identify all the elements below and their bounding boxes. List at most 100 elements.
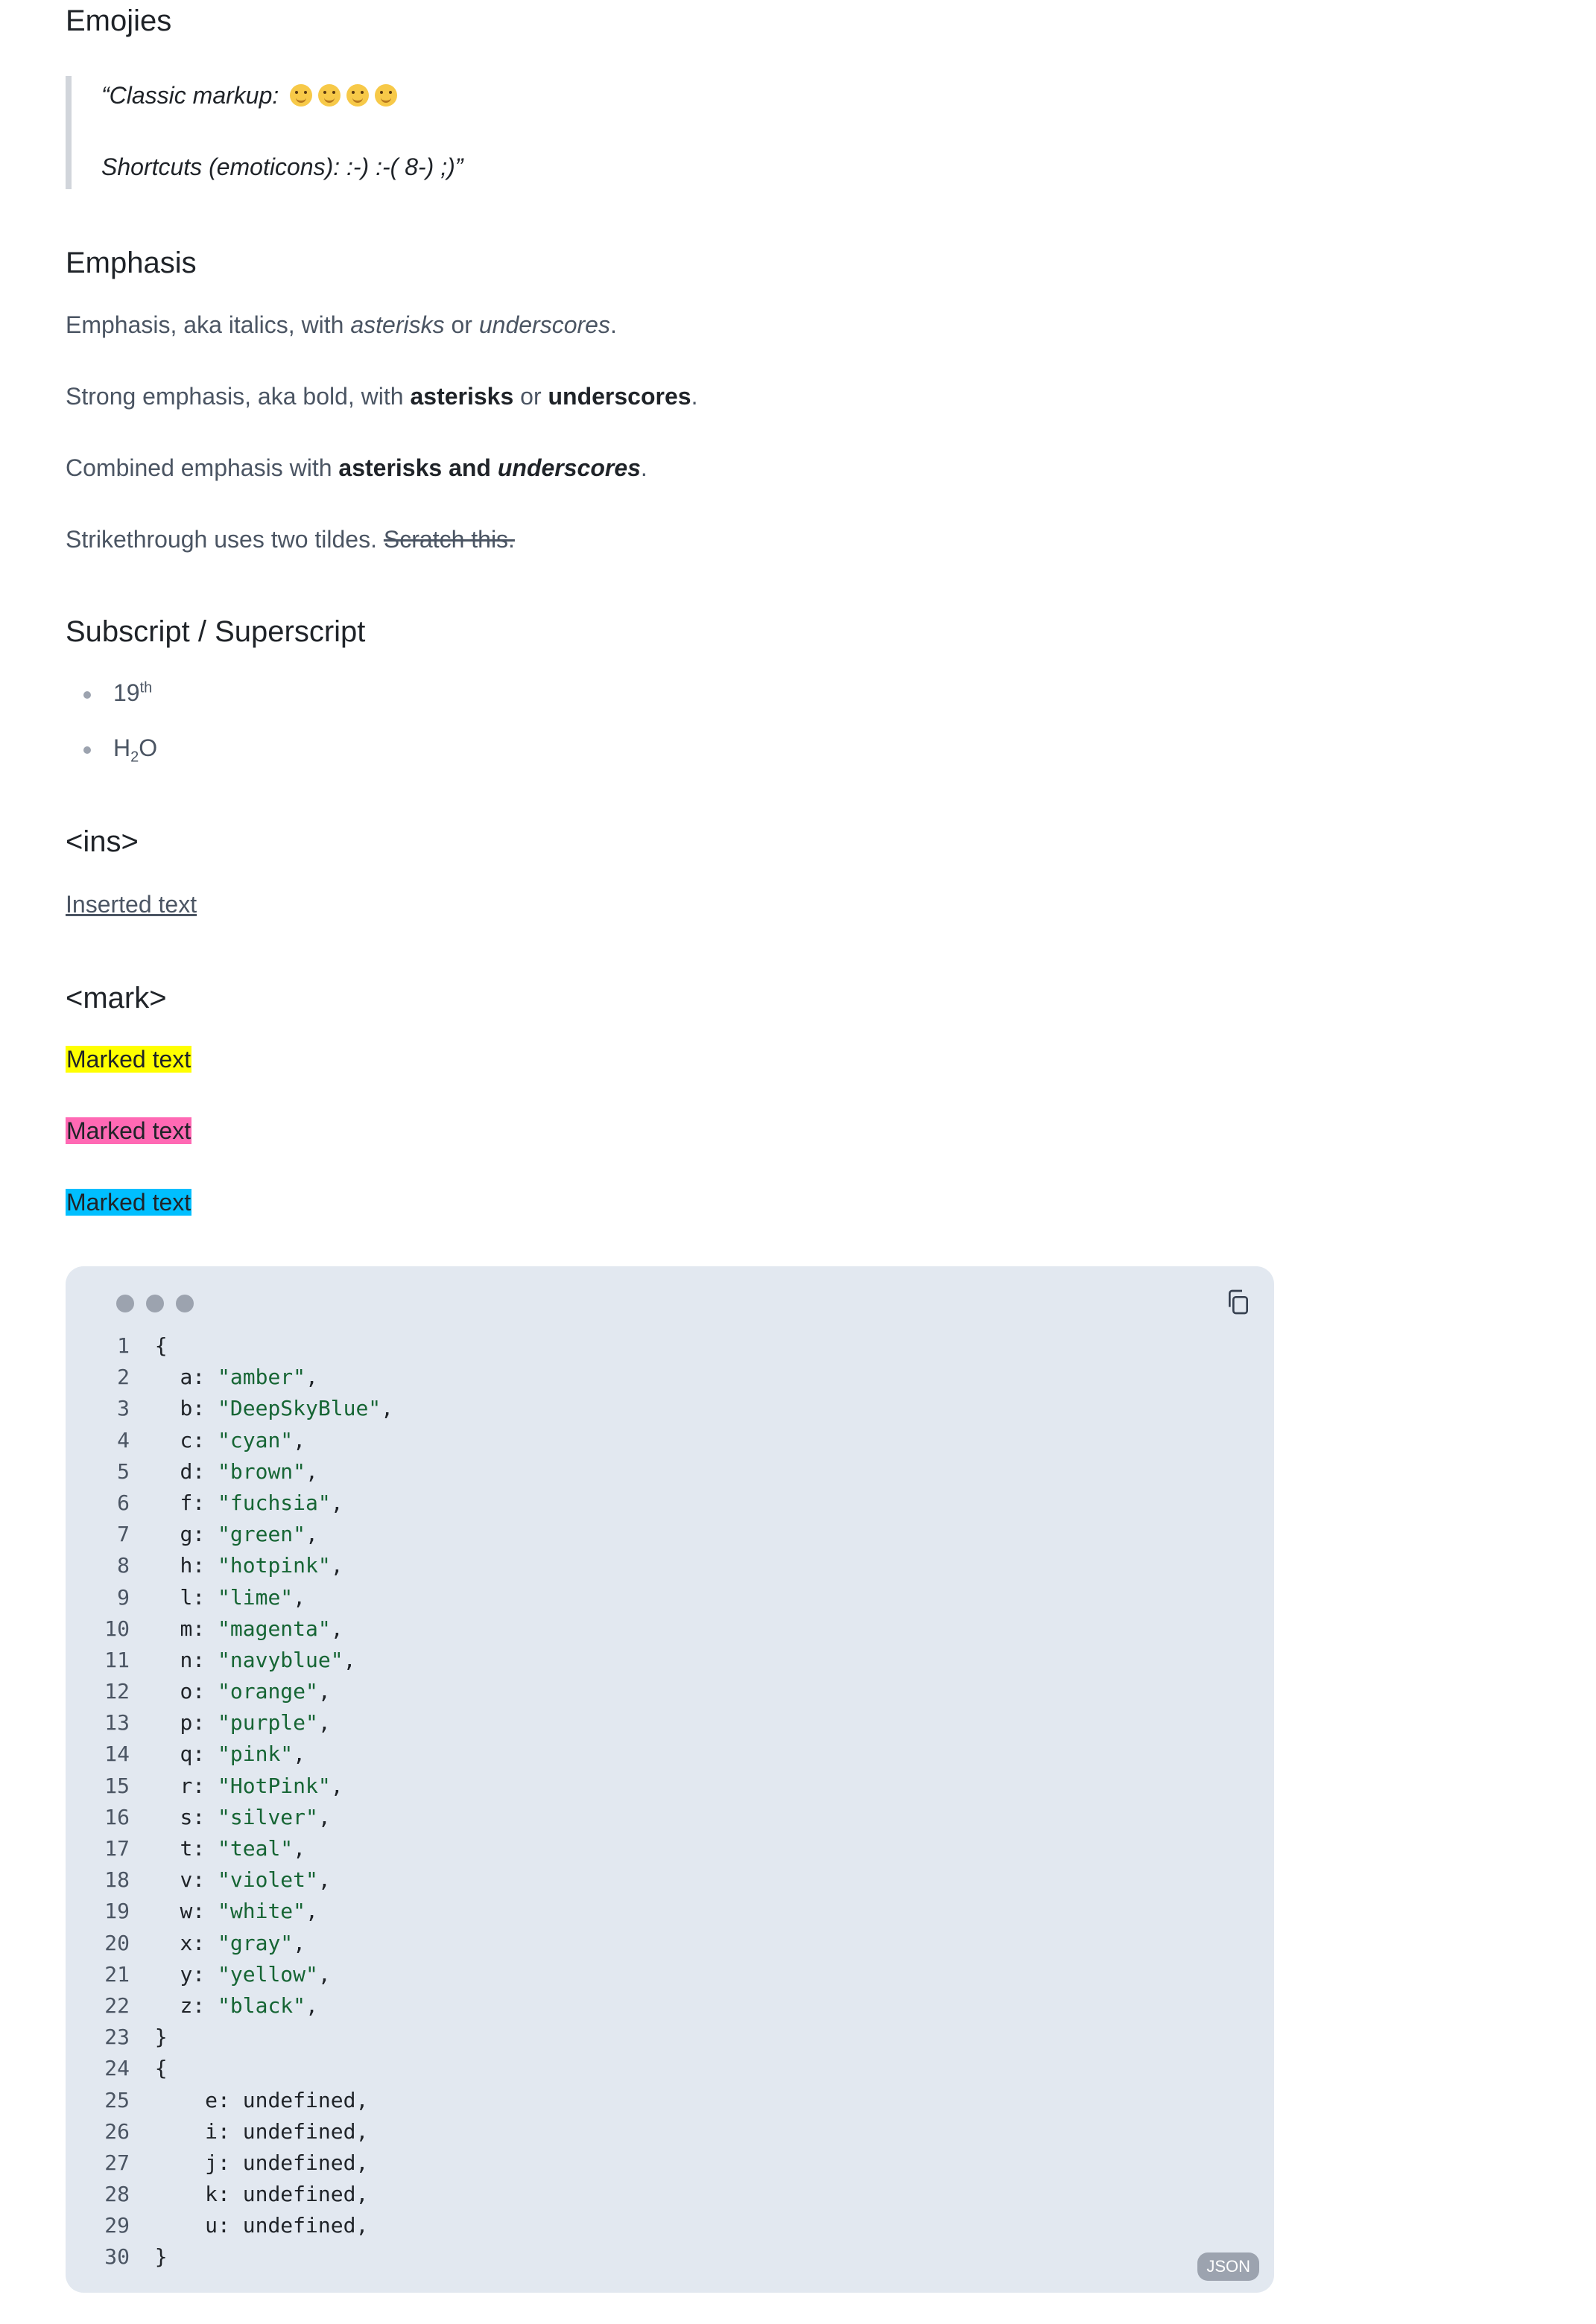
copy-icon[interactable]: [1223, 1287, 1253, 1317]
code-text: {: [154, 2056, 168, 2081]
italic-asterisks: asterisks: [350, 311, 445, 338]
code-block: 1 {2 a: "amber", 3 b: "DeepSkyBlue", 4 c: …: [66, 1266, 1274, 2293]
marked-text-yellow: Marked text: [66, 1046, 192, 1073]
code-line: 18 v: "violet",: [95, 1864, 393, 1896]
code-line: 14 q: "pink",: [95, 1739, 393, 1770]
line-number: 26: [104, 2118, 130, 2144]
line-number: 4: [117, 1427, 130, 1452]
dot-icon: [146, 1295, 164, 1312]
code-text: y: "yellow",: [180, 1961, 331, 1987]
code-text: p: "purple",: [180, 1710, 331, 1736]
language-badge: JSON: [1197, 2252, 1259, 2281]
code-text: i: undefined,: [205, 2118, 369, 2144]
code-line: 22 z: "black",: [95, 1990, 393, 2022]
inserted-text: Inserted text: [66, 891, 197, 918]
code-line: 3 b: "DeepSkyBlue",: [95, 1393, 393, 1424]
marked-text-pink: Marked text: [66, 1117, 192, 1144]
code-text: l: "lime",: [180, 1584, 306, 1610]
code-text: u: undefined,: [205, 2213, 369, 2238]
face-savoring-food-icon: [375, 84, 398, 107]
code-line: 27 j: undefined,: [95, 2147, 393, 2179]
code-text: r: "HotPink",: [180, 1773, 343, 1798]
winking-face-icon: [290, 84, 313, 107]
code-text: k: undefined,: [205, 2182, 369, 2207]
code-line: 6 f: "fuchsia",: [95, 1488, 393, 1519]
dot-icon: [116, 1295, 134, 1312]
code-text: v: "violet",: [180, 1867, 331, 1893]
code-text: x: "gray",: [180, 1930, 306, 1955]
code-line: 13 p: "purple",: [95, 1707, 393, 1739]
ins-heading: <ins>: [66, 825, 139, 858]
line-number: 30: [104, 2244, 130, 2270]
code-line: 17 t: "teal",: [95, 1833, 393, 1864]
code-line: 5 d: "brown",: [95, 1456, 393, 1488]
line-number: 6: [117, 1490, 130, 1515]
code-line: 19 w: "white",: [95, 1896, 393, 1927]
crying-laughing-face-icon: [318, 84, 341, 107]
code-text: q: "pink",: [180, 1742, 306, 1767]
line-number: 2: [117, 1365, 130, 1390]
line-number: 13: [104, 1710, 130, 1736]
line-number: 18: [104, 1867, 130, 1893]
line-number: 11: [104, 1647, 130, 1672]
code-text: n: "navyblue",: [180, 1647, 356, 1672]
line-number: 7: [117, 1522, 130, 1547]
line-number: 14: [104, 1742, 130, 1767]
code-line: 9 l: "lime",: [95, 1582, 393, 1613]
window-dots: [116, 1295, 206, 1316]
emphasis-combined-line: Combined emphasis with asterisks and und…: [66, 454, 647, 481]
marked-text-blue: Marked text: [66, 1189, 192, 1216]
italic-underscores: underscores: [478, 311, 610, 338]
emphasis-italics-line: Emphasis, aka italics, with asterisks or…: [66, 311, 617, 338]
shortcuts-line: Shortcuts (emoticons): :-) :-( 8-) ;)”: [101, 153, 463, 180]
emphasis-heading: Emphasis: [66, 247, 197, 279]
code-line: 10 m: "magenta",: [95, 1613, 393, 1645]
code-line: 1 {: [95, 1330, 393, 1362]
emojies-heading: Emojies: [66, 4, 172, 37]
code-text: s: "silver",: [180, 1804, 331, 1829]
dot-icon: [176, 1295, 194, 1312]
code-text: h: "hotpink",: [180, 1553, 343, 1578]
line-number: 16: [104, 1804, 130, 1829]
code-line: 11 n: "navyblue",: [95, 1645, 393, 1676]
line-number: 28: [104, 2182, 130, 2207]
code-text: {: [154, 1333, 168, 1358]
code-text: a: "amber",: [180, 1365, 318, 1390]
code-text: g: "green",: [180, 1522, 318, 1547]
line-number: 25: [104, 2087, 130, 2112]
inserted-text-line: Inserted text: [66, 891, 197, 918]
code-line: 20 x: "gray",: [95, 1928, 393, 1959]
line-number: 9: [117, 1584, 130, 1610]
line-number: 12: [104, 1679, 130, 1704]
code-lines: 1 {2 a: "amber", 3 b: "DeepSkyBlue", 4 c: …: [95, 1330, 393, 2273]
code-text: }: [154, 2244, 168, 2270]
emoji-blockquote: “Classic markup: Shortcuts (emoticons): …: [66, 76, 811, 189]
emphasis-bold-line: Strong emphasis, aka bold, with asterisk…: [66, 383, 698, 410]
code-text: e: undefined,: [205, 2087, 369, 2112]
code-text: f: "fuchsia",: [180, 1490, 343, 1515]
line-number: 15: [104, 1773, 130, 1798]
line-number: 29: [104, 2213, 130, 2238]
code-line: 26 i: undefined,: [95, 2116, 393, 2147]
code-line: 21 y: "yellow",: [95, 1959, 393, 1990]
line-number: 17: [104, 1836, 130, 1861]
code-line: 12 o: "orange",: [95, 1676, 393, 1707]
strikethrough-line: Strikethrough uses two tildes. Scratch t…: [66, 526, 515, 553]
classic-markup-line: “Classic markup:: [101, 82, 403, 109]
code-text: w: "white",: [180, 1899, 318, 1924]
code-line: 2 a: "amber",: [95, 1362, 393, 1393]
bold-asterisks: asterisks: [410, 383, 514, 410]
code-text: t: "teal",: [180, 1836, 306, 1861]
code-text: d: "brown",: [180, 1458, 318, 1484]
line-number: 27: [104, 2150, 130, 2175]
code-text: o: "orange",: [180, 1679, 331, 1704]
code-line: 16 s: "silver",: [95, 1802, 393, 1833]
bold-combined: asterisks and underscores: [338, 454, 641, 481]
line-number: 20: [104, 1930, 130, 1955]
code-text: m: "magenta",: [180, 1616, 343, 1641]
line-number: 5: [117, 1458, 130, 1484]
code-text: j: undefined,: [205, 2150, 369, 2175]
code-text: }: [154, 2025, 168, 2050]
code-line: 23 }: [95, 2022, 393, 2053]
code-line: 30 }: [95, 2241, 393, 2273]
